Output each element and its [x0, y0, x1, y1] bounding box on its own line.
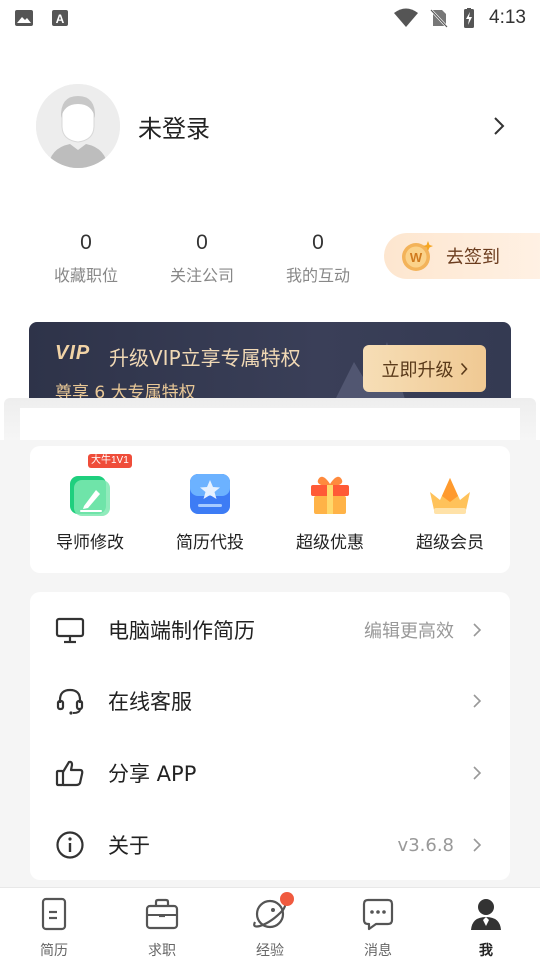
feature-label: 超级优惠 — [296, 533, 364, 553]
stat-my-interactions[interactable]: 0 我的互动 — [260, 228, 376, 286]
chevron-right-icon — [473, 623, 482, 637]
upgrade-button[interactable]: 立即升级 — [363, 345, 486, 392]
stat-value: 0 — [80, 231, 92, 254]
menu-item-label: 在线客服 — [108, 690, 192, 714]
feature-grid: 大牛1V1 导师修改 简历代投 超级优惠 超级会员 — [30, 446, 510, 573]
resume-deliver-icon — [190, 474, 230, 514]
info-icon — [56, 831, 84, 859]
feature-label: 导师修改 — [56, 533, 124, 553]
tab-me[interactable]: 我 — [432, 888, 540, 960]
avatar[interactable] — [36, 84, 120, 168]
bottom-tab-bar: 简历 求职 经验 消息 我 — [0, 887, 540, 960]
image-icon — [15, 10, 33, 26]
menu-item-share-app[interactable]: 分享 APP — [30, 737, 510, 809]
wifi-icon — [394, 8, 419, 27]
menu-item-customer-service[interactable]: 在线客服 — [30, 665, 510, 737]
menu-item-about[interactable]: 关于 v3.6.8 — [30, 809, 510, 881]
svg-text:A: A — [56, 12, 65, 26]
stat-followed-companies[interactable]: 0 关注公司 — [144, 228, 260, 286]
feature-super-member[interactable]: 超级会员 — [390, 446, 510, 573]
checkin-label: 去签到 — [446, 247, 500, 268]
stat-value: 0 — [196, 231, 208, 254]
default-avatar-icon — [36, 84, 120, 168]
profile-header[interactable]: 未登录 — [36, 84, 506, 168]
coin-icon: W — [402, 241, 433, 271]
feature-label: 超级会员 — [416, 533, 484, 553]
crown-icon — [430, 478, 470, 514]
stat-label: 关注公司 — [169, 266, 234, 285]
tab-label: 消息 — [364, 943, 392, 959]
tab-label: 我 — [479, 943, 493, 959]
vip-badge: VIP — [55, 342, 91, 364]
stats-row: 0 收藏职位 0 关注公司 0 我的互动 — [28, 228, 376, 286]
tab-label: 求职 — [148, 943, 176, 959]
battery-charging-icon — [464, 8, 475, 28]
app-version: v3.6.8 — [397, 834, 454, 856]
mentor-edit-icon — [70, 476, 110, 516]
status-bar: A 4:13 — [0, 0, 540, 36]
message-icon — [362, 898, 394, 931]
feature-super-discount[interactable]: 超级优惠 — [270, 446, 390, 573]
menu-list: 电脑端制作简历 编辑更高效 在线客服 分享 APP 关于 v3.6.8 — [30, 592, 510, 880]
stat-value: 0 — [312, 231, 324, 254]
tab-messages[interactable]: 消息 — [324, 888, 432, 960]
checkin-button[interactable]: W 去签到 — [384, 233, 540, 279]
chevron-right-icon[interactable] — [492, 116, 506, 136]
stat-label: 收藏职位 — [53, 266, 118, 285]
chevron-right-icon — [473, 766, 482, 780]
vip-title: 升级VIP立享专属特权 — [109, 346, 301, 370]
tab-experience[interactable]: 经验 — [216, 888, 324, 960]
feature-tag: 大牛1V1 — [88, 454, 132, 468]
monitor-icon — [55, 617, 85, 644]
status-time: 4:13 — [489, 7, 526, 28]
thumbs-up-icon — [55, 760, 84, 787]
menu-item-value: 编辑更高效 — [364, 621, 454, 642]
menu-item-label: 分享 APP — [108, 762, 197, 786]
no-sim-icon — [430, 9, 448, 28]
chevron-right-icon — [473, 694, 482, 708]
stat-label: 我的互动 — [285, 266, 350, 285]
menu-item-pc-resume[interactable]: 电脑端制作简历 编辑更高效 — [30, 594, 510, 666]
menu-item-label: 关于 — [108, 834, 150, 858]
notification-dot — [280, 892, 294, 906]
chevron-right-icon — [473, 838, 482, 852]
feature-resume-deliver[interactable]: 简历代投 — [150, 446, 270, 573]
font-icon: A — [52, 10, 68, 26]
feature-mentor-edit[interactable]: 大牛1V1 导师修改 — [30, 446, 150, 573]
user-icon — [471, 899, 501, 930]
gift-box-icon — [311, 476, 349, 514]
tab-job-search[interactable]: 求职 — [108, 888, 216, 960]
login-status-text: 未登录 — [138, 114, 210, 143]
headset-icon — [56, 688, 84, 715]
banner-tray — [4, 398, 536, 446]
feature-label: 简历代投 — [176, 533, 244, 553]
menu-item-label: 电脑端制作简历 — [108, 619, 255, 643]
tab-resume[interactable]: 简历 — [0, 888, 108, 960]
chevron-right-icon — [460, 362, 468, 375]
tab-label: 简历 — [40, 943, 68, 959]
svg-text:W: W — [410, 250, 423, 265]
stat-favorite-jobs[interactable]: 0 收藏职位 — [28, 228, 144, 286]
upgrade-button-label: 立即升级 — [381, 359, 454, 381]
tab-label: 经验 — [256, 943, 284, 959]
briefcase-icon — [145, 898, 179, 930]
resume-icon — [41, 897, 67, 931]
